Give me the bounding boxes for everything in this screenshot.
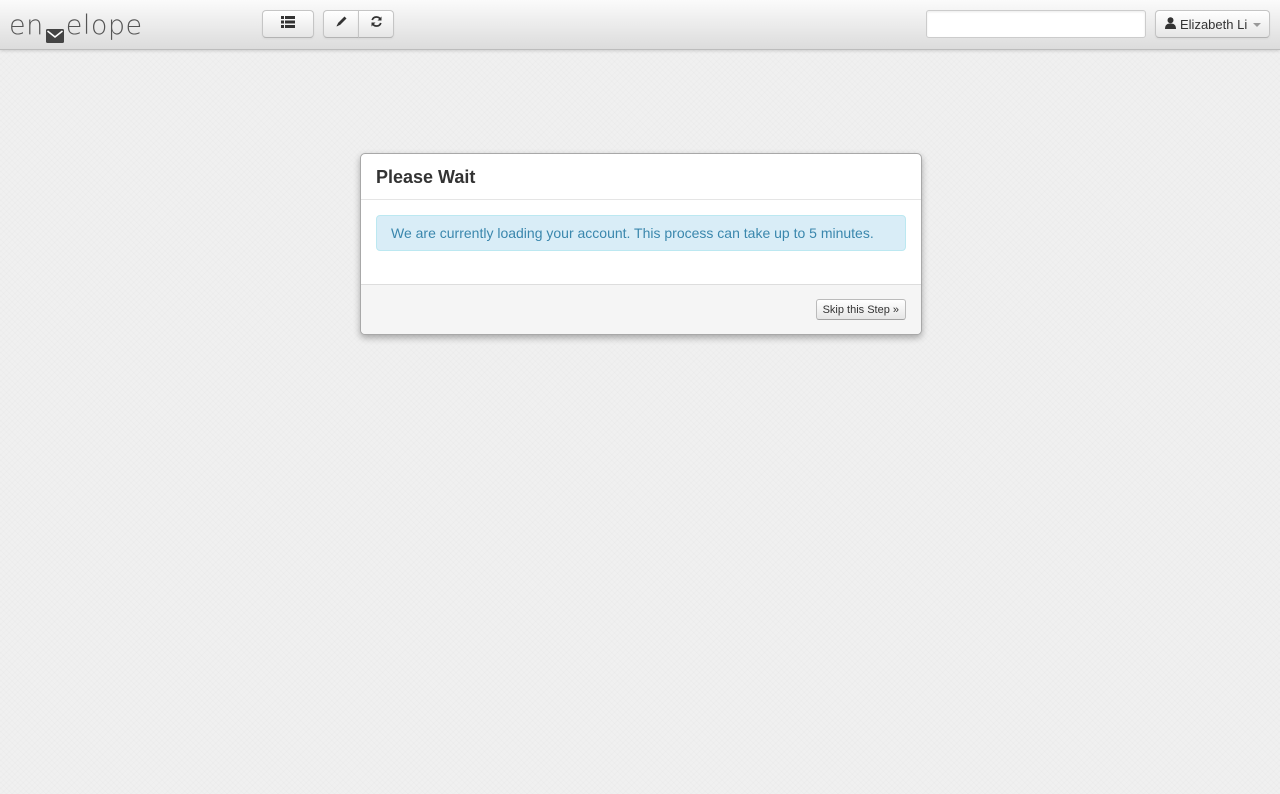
user-icon <box>1165 16 1176 32</box>
message-list-button[interactable] <box>262 10 314 38</box>
modal-header: Please Wait <box>361 154 921 200</box>
modal-title: Please Wait <box>376 167 476 187</box>
refresh-icon <box>370 15 383 33</box>
modal-footer: Skip this Step » <box>361 284 921 334</box>
please-wait-modal: Please Wait We are currently loading you… <box>360 153 922 335</box>
search-input[interactable] <box>926 10 1146 38</box>
top-navbar: en elope Elizabeth Li <box>0 0 1280 50</box>
brand-text-end: elope <box>65 9 143 41</box>
compose-button[interactable] <box>323 10 359 38</box>
loading-alert: We are currently loading your account. T… <box>376 215 906 251</box>
chevron-down-icon <box>1253 23 1262 27</box>
envelope-icon <box>45 20 65 43</box>
pencil-icon <box>335 15 348 33</box>
brand-logo[interactable]: en elope <box>9 8 143 43</box>
brand-text-start: en <box>9 9 44 41</box>
modal-body: We are currently loading your account. T… <box>361 200 921 284</box>
refresh-button[interactable] <box>358 10 394 38</box>
user-menu-button[interactable]: Elizabeth Li <box>1155 10 1270 38</box>
user-name: Elizabeth Li <box>1180 16 1248 32</box>
list-icon <box>281 15 295 33</box>
skip-step-button[interactable]: Skip this Step » <box>815 299 906 320</box>
